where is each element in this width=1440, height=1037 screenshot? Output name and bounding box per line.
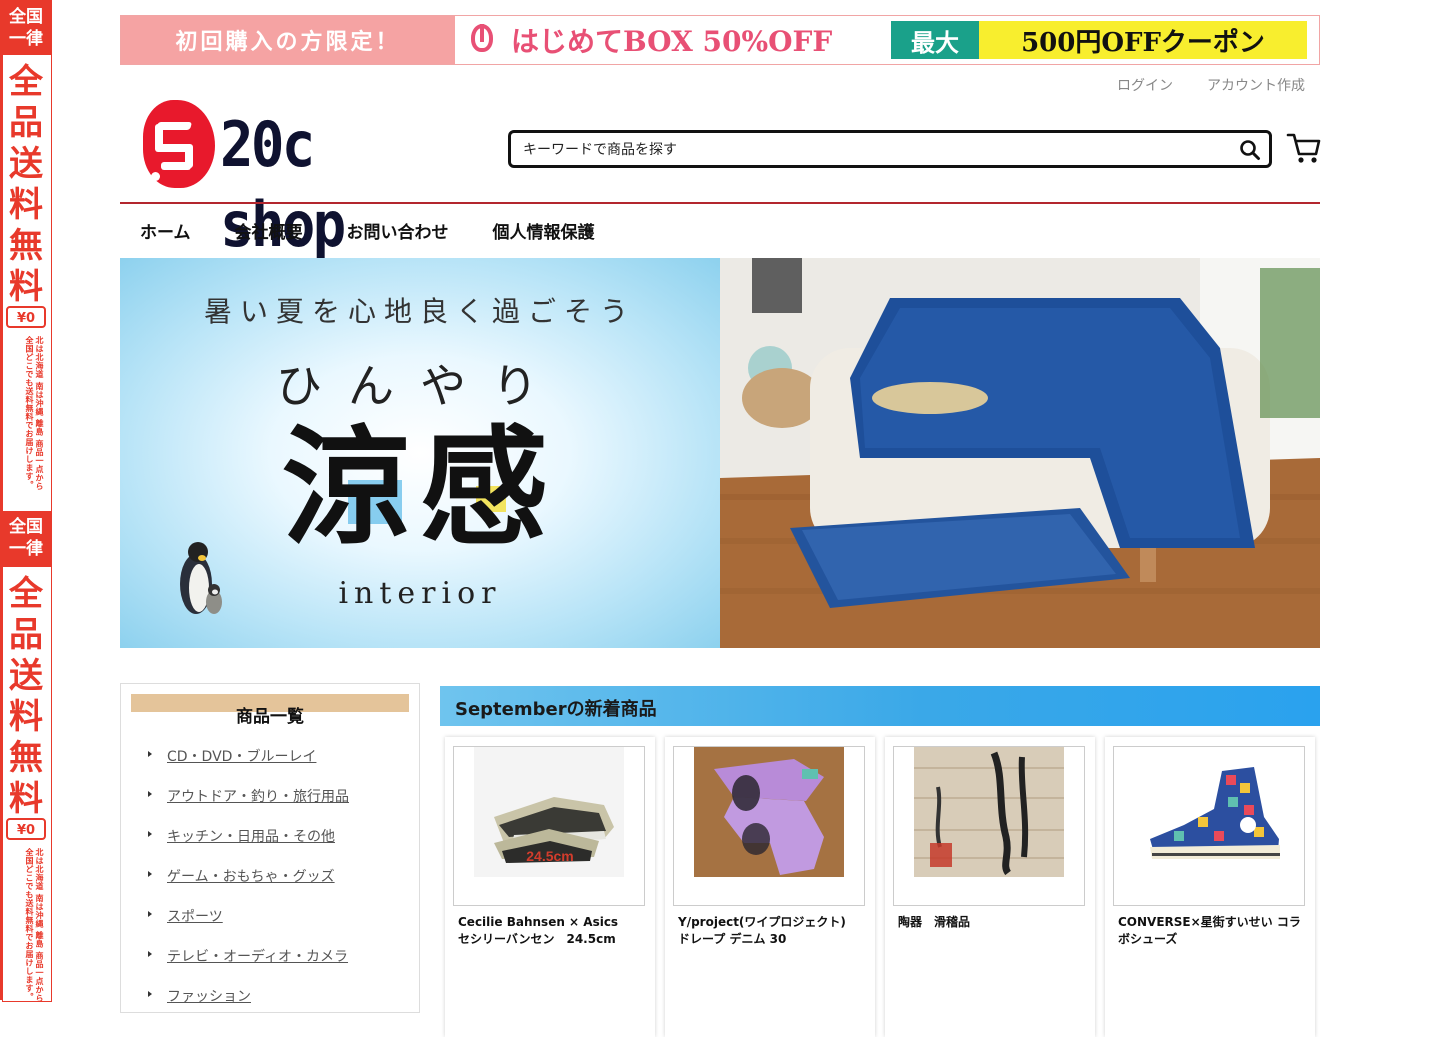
account-links: ログイン アカウント作成 <box>1117 75 1305 95</box>
product-image-sneaker[interactable]: 24.5cm <box>453 746 645 906</box>
nav-item-home[interactable]: ホーム <box>140 218 191 243</box>
product-grid: 24.5cm Cecilie Bahnsen × Asics セシリーバンセン … <box>445 737 1315 1037</box>
site-logo[interactable]: 20c shop <box>140 97 440 261</box>
nav-item-company[interactable]: 会社概要 <box>235 218 303 243</box>
product-name[interactable]: 陶器 滑稽品 <box>898 914 1082 931</box>
product-image-converse[interactable] <box>1113 746 1305 906</box>
free-shipping-side-banner[interactable]: 全国一律 全品送料無料 ¥0 北は北海道 南は沖縄 離島 商品一点から全国どこで… <box>0 0 52 1003</box>
list-item: スポーツ <box>145 906 349 946</box>
category-list: CD・DVD・ブルーレイ アウトドア・釣り・旅行用品 キッチン・日用品・その他 … <box>145 746 349 1026</box>
yen-badge: ¥0 <box>6 818 46 840</box>
cart-logo-icon <box>143 100 215 188</box>
search-input[interactable] <box>521 133 1225 167</box>
promo-first-purchase-text: 初回購入の方限定！ <box>121 16 455 64</box>
product-card[interactable]: Y/project(ワイプロジェクト) ドレープ デニム 30 <box>665 737 875 1037</box>
create-account-link[interactable]: アカウント作成 <box>1207 75 1305 95</box>
sidebar-title: 商品一覧 <box>236 707 304 727</box>
main-nav: ホーム 会社概要 お問い合わせ 個人情報保護 <box>140 218 595 243</box>
list-item: ファッション <box>145 986 349 1026</box>
product-name[interactable]: CONVERSE×星街すいせい コラボシューズ <box>1118 914 1302 948</box>
promo-box-offer: はじめてBOX 50%OFF <box>455 16 891 64</box>
product-size-label: 24.5cm <box>526 848 573 864</box>
category-link[interactable]: ゲーム・おもちゃ・グッズ <box>167 869 335 885</box>
search-box <box>508 130 1272 168</box>
product-card[interactable]: 陶器 滑稽品 <box>885 737 1095 1037</box>
side-banner-nationwide-label: 全国一律 <box>0 6 52 50</box>
heart-icon <box>471 24 497 56</box>
new-arrivals-header: Septemberの新着商品 <box>440 686 1320 726</box>
list-item: キッチン・日用品・その他 <box>145 826 349 866</box>
side-banner-free-shipping-text: 全品送料無料 <box>9 574 43 819</box>
hero-subtitle: 暑い夏を心地良く過ごそう <box>203 295 636 328</box>
category-sidebar: 商品一覧 CD・DVD・ブルーレイ アウトドア・釣り・旅行用品 キッチン・日用品… <box>120 683 420 1013</box>
hero-text-panel: 暑い夏を心地良く過ごそう ひんやり 涼感 interior <box>120 258 720 648</box>
product-card[interactable]: 24.5cm Cecilie Bahnsen × Asics セシリーバンセン … <box>445 737 655 1037</box>
side-banner-free-shipping-text: 全品送料無料 <box>9 62 43 307</box>
category-link[interactable]: キッチン・日用品・その他 <box>167 829 335 845</box>
first-purchase-promo-banner[interactable]: 初回購入の方限定！ はじめてBOX 50%OFF 最大 500円OFFクーポン <box>120 15 1320 65</box>
promo-box-text: はじめてBOX 50%OFF <box>511 25 833 58</box>
login-link[interactable]: ログイン <box>1117 75 1173 95</box>
cart-icon[interactable] <box>1286 130 1322 166</box>
promo-coupon-text: 500円OFFクーポン <box>979 21 1307 59</box>
list-item: ゲーム・おもちゃ・グッズ <box>145 866 349 906</box>
new-arrivals-title: Septemberの新着商品 <box>455 699 657 720</box>
category-link[interactable]: スポーツ <box>167 909 223 925</box>
category-link[interactable]: テレビ・オーディオ・カメラ <box>167 949 348 965</box>
search-icon[interactable] <box>1239 139 1261 161</box>
category-link[interactable]: ファッション <box>167 989 251 1005</box>
side-banner-note: 北は北海道 南は沖縄 離島 商品一点から全国どこでも送料無料でお届けします。 <box>25 336 44 491</box>
category-link[interactable]: アウトドア・釣り・旅行用品 <box>167 789 349 805</box>
list-item: CD・DVD・ブルーレイ <box>145 746 349 786</box>
header-divider <box>120 202 1320 204</box>
product-name[interactable]: Y/project(ワイプロジェクト) ドレープ デニム 30 <box>678 914 862 948</box>
sofa-photo <box>720 258 1320 648</box>
penguin-icon <box>180 542 222 614</box>
hero-banner[interactable]: 暑い夏を心地良く過ごそう ひんやり 涼感 interior <box>120 258 1320 648</box>
promo-max-label: 最大 <box>891 21 979 59</box>
side-banner-note: 北は北海道 南は沖縄 離島 商品一点から全国どこでも送料無料でお届けします。 <box>25 848 44 1003</box>
yen-badge: ¥0 <box>6 306 46 328</box>
category-link[interactable]: CD・DVD・ブルーレイ <box>167 749 316 765</box>
side-banner-nationwide-label: 全国一律 <box>0 516 52 560</box>
product-card[interactable]: CONVERSE×星街すいせい コラボシューズ <box>1105 737 1315 1037</box>
product-image-pottery-box[interactable] <box>893 746 1085 906</box>
nav-item-contact[interactable]: お問い合わせ <box>347 218 449 243</box>
nav-item-privacy[interactable]: 個人情報保護 <box>493 218 595 243</box>
hero-kana: ひんやり <box>276 359 564 413</box>
list-item: アウトドア・釣り・旅行用品 <box>145 786 349 826</box>
list-item: テレビ・オーディオ・カメラ <box>145 946 349 986</box>
product-image-denim[interactable] <box>673 746 865 906</box>
product-name[interactable]: Cecilie Bahnsen × Asics セシリーバンセン 24.5cm <box>458 914 642 948</box>
